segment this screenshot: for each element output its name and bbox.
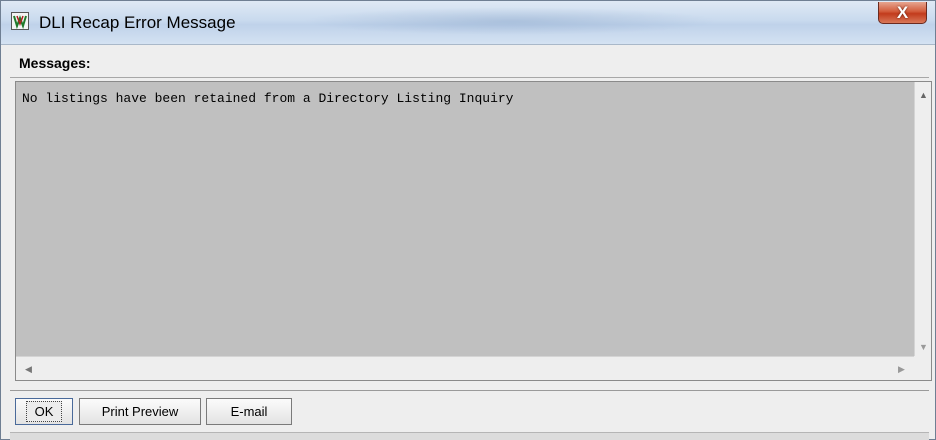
window-title: DLI Recap Error Message — [39, 13, 236, 32]
print-preview-button[interactable]: Print Preview — [79, 398, 201, 425]
button-divider — [10, 390, 929, 391]
label-divider — [10, 77, 929, 78]
ok-button[interactable]: OK — [15, 398, 73, 425]
messages-text-area[interactable]: No listings have been retained from a Di… — [15, 81, 932, 381]
status-bar — [10, 432, 929, 440]
scrollbar-corner — [914, 356, 931, 380]
dialog-window: DLI Recap Error Message X Messages: No l… — [0, 0, 936, 440]
ok-button-label: OK — [25, 401, 63, 422]
app-logo-icon — [11, 12, 29, 30]
message-text: No listings have been retained from a Di… — [22, 91, 514, 106]
horizontal-scrollbar[interactable]: ◀ ▶ — [16, 356, 914, 380]
close-button[interactable]: X — [878, 2, 927, 24]
scroll-right-icon[interactable]: ▶ — [893, 357, 910, 381]
messages-label: Messages: — [19, 55, 91, 71]
scroll-left-icon[interactable]: ◀ — [20, 357, 37, 381]
title-bar-glow — [301, 7, 721, 35]
scroll-down-icon[interactable]: ▼ — [915, 338, 932, 355]
email-button[interactable]: E-mail — [206, 398, 292, 425]
scroll-up-icon[interactable]: ▲ — [915, 86, 932, 103]
title-bar[interactable]: DLI Recap Error Message X — [1, 1, 935, 45]
vertical-scrollbar[interactable]: ▲ ▼ — [914, 82, 931, 357]
